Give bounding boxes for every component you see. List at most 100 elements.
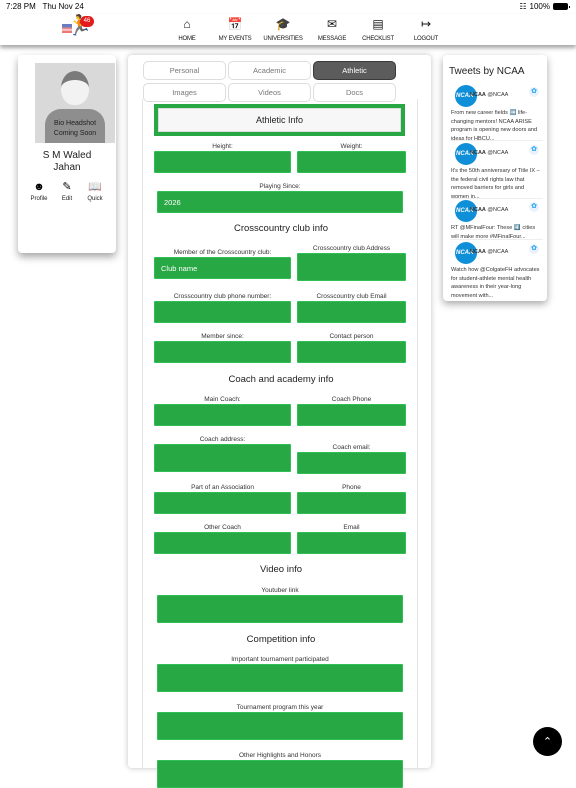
phone-input[interactable] xyxy=(297,492,406,514)
checklist-icon: ▤ xyxy=(372,17,384,31)
tweet-item[interactable]: NCAA NCAA @NCAA ✿ From new career fields… xyxy=(451,85,543,142)
profile-tabs: Personal Academic Athletic Images Videos… xyxy=(143,61,399,102)
athletic-form: Athletic Info Height: Weight: Playing Si… xyxy=(142,99,418,788)
twitter-bird-icon: ✿ xyxy=(529,145,539,155)
height-field: Height: xyxy=(154,143,291,173)
profile-card: Bio Headshot Coming Soon S M Waled Jahan ☻… xyxy=(18,55,116,253)
club-email-input[interactable] xyxy=(297,301,406,323)
phone-field: Phone xyxy=(297,484,406,514)
app-logo[interactable]: 🏃 46 xyxy=(56,14,96,44)
twitter-bird-icon: ✿ xyxy=(529,87,539,97)
video-section-title: Video info xyxy=(259,564,303,575)
nav-label: MESSAGE xyxy=(317,36,347,42)
envelope-icon: ✉ xyxy=(326,17,338,31)
tweets-panel: Tweets by NCAA NCAA NCAA @NCAA ✿ From ne… xyxy=(443,55,547,301)
height-input[interactable] xyxy=(154,151,291,173)
coach-phone-input[interactable] xyxy=(297,404,406,426)
tweet-handle: NCAA @NCAA xyxy=(470,207,509,213)
nav-label: UNIVERSITIES xyxy=(263,36,303,42)
coach-address-field: Coach address: xyxy=(154,436,291,472)
headshot-caption: Bio Headshot Coming Soon xyxy=(53,120,97,137)
main-coach-input[interactable] xyxy=(154,404,291,426)
home-icon: ⌂ xyxy=(183,17,191,31)
pencil-icon: ✎ xyxy=(62,181,72,193)
member-since-input[interactable] xyxy=(154,341,291,363)
tweet-handle: NCAA @NCAA xyxy=(470,249,509,255)
club-address-field: Crosscountry club Address xyxy=(297,245,406,281)
battery-percent: 100% xyxy=(529,2,550,11)
association-input[interactable] xyxy=(154,492,291,514)
nav-label: LOGOUT xyxy=(413,36,439,42)
battery-icon xyxy=(553,3,570,10)
nav-checklist[interactable]: ▤ CHECKLIST xyxy=(353,16,403,42)
coach-section-title: Coach and academy info xyxy=(228,374,334,385)
tweet-item[interactable]: NCAA NCAA @NCAA ✿ It's the 50th annivers… xyxy=(451,143,543,200)
nav-home[interactable]: ⌂ HOME xyxy=(162,16,212,42)
highlights-input[interactable] xyxy=(157,760,403,788)
status-bar: 7:28 PM Thu Nov 24 ☷ 100% xyxy=(0,0,576,14)
quick-button[interactable]: 📖 Quick xyxy=(84,180,106,202)
notification-badge[interactable]: 46 xyxy=(80,16,94,27)
other-coach-field: Other Coach xyxy=(154,524,291,554)
club-phone-field: Crosscountry club phone number: xyxy=(154,293,291,323)
wifi-icon: ☷ xyxy=(519,2,527,11)
edit-button[interactable]: ✎ Edit xyxy=(56,180,78,202)
tweet-text: Watch how @ColgateFH advocates for stude… xyxy=(451,267,540,299)
coach-phone-field: Coach Phone xyxy=(297,396,406,426)
email-input[interactable] xyxy=(297,532,406,554)
tournament-field: Important tournament participated xyxy=(157,656,403,692)
nav-universities[interactable]: 🎓 UNIVERSITIES xyxy=(258,16,308,42)
contact-person-input[interactable] xyxy=(297,341,406,363)
main-panel: Personal Academic Athletic Images Videos… xyxy=(128,55,431,788)
calendar-icon: 📅 xyxy=(227,17,243,31)
youtube-input[interactable] xyxy=(157,595,403,623)
tab-academic[interactable]: Academic xyxy=(228,61,311,80)
club-phone-input[interactable] xyxy=(154,301,291,323)
club-name-input[interactable]: Club name xyxy=(154,257,291,279)
highlights-field: Other Highlights and Honors xyxy=(157,752,403,788)
nav-label: HOME xyxy=(178,36,196,42)
coach-email-input[interactable] xyxy=(297,452,406,474)
tweet-handle: NCAA @NCAA xyxy=(470,92,509,98)
profile-button[interactable]: ☻ Profile xyxy=(28,180,50,202)
nav-message[interactable]: ✉ MESSAGE xyxy=(307,16,357,42)
weight-field: Weight: xyxy=(297,143,406,173)
logout-icon: ↦ xyxy=(420,17,432,31)
chevron-up-icon: ⌃ xyxy=(542,736,553,748)
status-time: 7:28 PM Thu Nov 24 xyxy=(6,2,84,11)
club-email-field: Crosscountry club Email xyxy=(297,293,406,323)
program-input[interactable] xyxy=(157,712,403,740)
program-field: Tournament program this year xyxy=(157,704,403,740)
other-coach-input[interactable] xyxy=(154,532,291,554)
status-right: ☷ 100% xyxy=(519,2,570,11)
headshot-placeholder: Bio Headshot Coming Soon xyxy=(35,63,115,143)
club-member-field: Member of the Crosscountry club: Club na… xyxy=(154,249,291,279)
nav-logout[interactable]: ↦ LOGOUT xyxy=(401,16,451,42)
top-navigation: 🏃 46 ⌂ HOME 📅 MY EVENTS 🎓 UNIVERSITIES ✉… xyxy=(0,14,576,45)
tournament-input[interactable] xyxy=(157,664,403,692)
tweet-item[interactable]: NCAA NCAA @NCAA ✿ RT @MFinalFour: These … xyxy=(451,200,543,240)
tweets-title: Tweets by NCAA xyxy=(449,66,525,77)
athletic-info-header: Athletic Info xyxy=(154,104,405,136)
tweet-handle: NCAA @NCAA xyxy=(470,150,509,156)
weight-input[interactable] xyxy=(297,151,406,173)
playing-since-field: Playing Since: 2026 xyxy=(157,183,403,213)
coach-address-input[interactable] xyxy=(154,444,291,472)
twitter-bird-icon: ✿ xyxy=(529,202,539,212)
profile-name: S M Waled Jahan xyxy=(42,150,92,173)
tab-athletic[interactable]: Athletic xyxy=(313,61,396,80)
playing-since-input[interactable]: 2026 xyxy=(157,191,403,213)
tweet-item[interactable]: NCAA NCAA @NCAA ✿ Watch how @ColgateFH a… xyxy=(451,242,543,300)
scroll-to-top-button[interactable]: ⌃ xyxy=(533,727,562,756)
graduation-cap-icon: 🎓 xyxy=(275,17,291,31)
club-address-input[interactable] xyxy=(297,253,406,281)
tab-personal[interactable]: Personal xyxy=(143,61,226,80)
tweet-text: RT @MFinalFour: These 4️⃣ cities will ma… xyxy=(451,225,536,240)
nav-label: CHECKLIST xyxy=(362,36,394,42)
association-field: Part of an Association xyxy=(154,484,291,514)
youtube-field: Youtuber link xyxy=(157,587,403,623)
nav-my-events[interactable]: 📅 MY EVENTS xyxy=(210,16,260,42)
competition-section-title: Competition info xyxy=(246,634,316,645)
email-field: Email xyxy=(297,524,406,554)
coach-email-field: Coach email: xyxy=(297,444,406,474)
